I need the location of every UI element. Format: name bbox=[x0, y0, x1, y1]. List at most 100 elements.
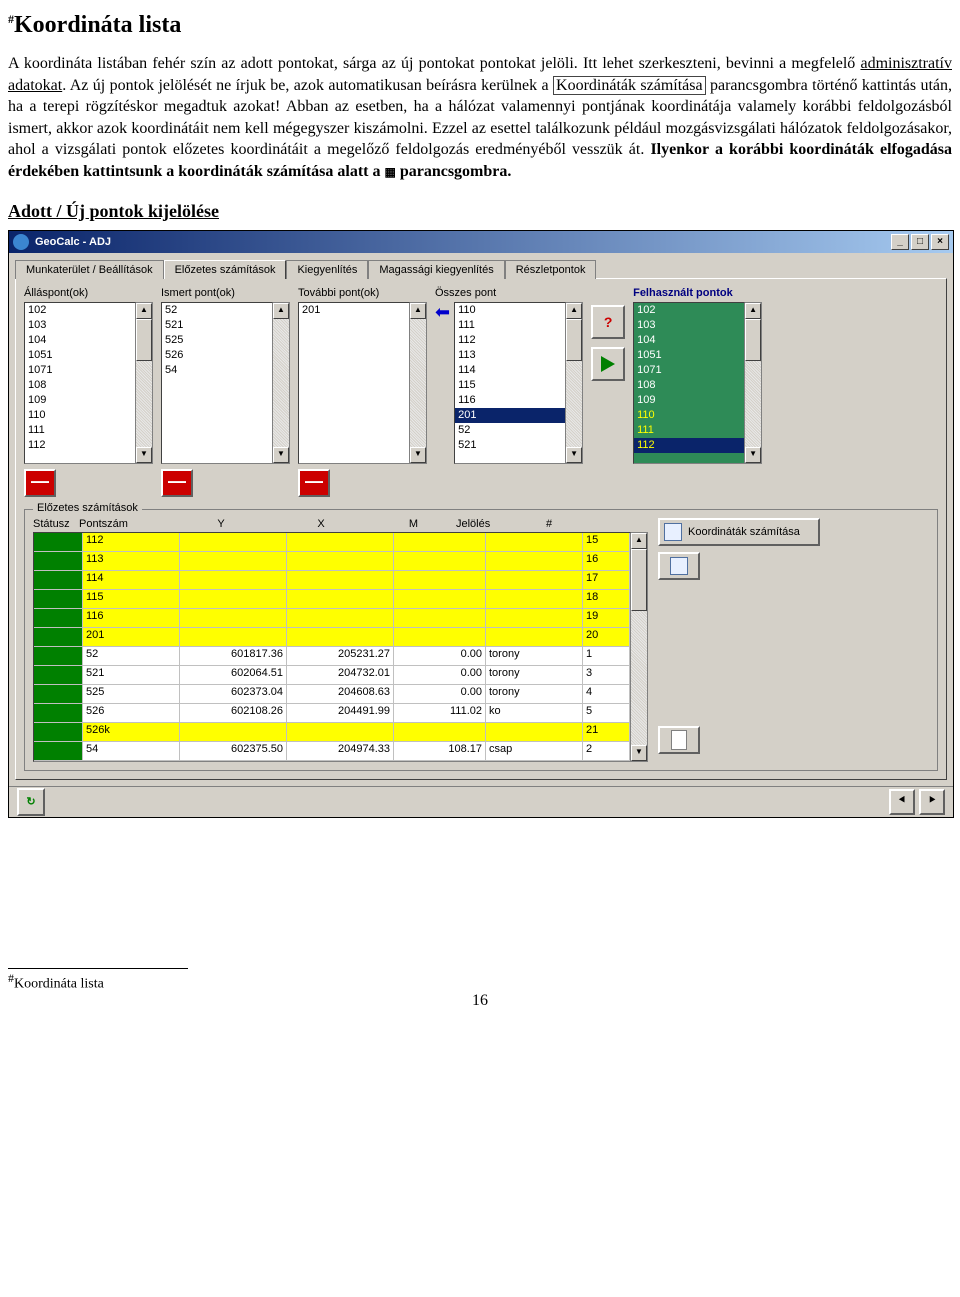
cell[interactable]: 204974.33 bbox=[287, 742, 394, 761]
cell[interactable]: 0.00 bbox=[394, 666, 486, 685]
list-item[interactable]: 112 bbox=[25, 438, 135, 453]
list-item[interactable]: 525 bbox=[162, 333, 272, 348]
cell[interactable]: 602064.51 bbox=[180, 666, 287, 685]
close-button[interactable]: × bbox=[931, 234, 949, 250]
cell[interactable]: 4 bbox=[583, 685, 630, 704]
cell[interactable]: 54 bbox=[83, 742, 180, 761]
table-row[interactable]: 201 20 bbox=[34, 628, 630, 647]
tab-3[interactable]: Magassági kiegyenlítés bbox=[368, 260, 504, 279]
cell[interactable] bbox=[486, 590, 583, 609]
cell[interactable]: 201 bbox=[83, 628, 180, 647]
tovabbi-list[interactable]: 201 bbox=[298, 302, 410, 464]
cell[interactable] bbox=[34, 742, 83, 761]
list-item[interactable]: 102 bbox=[25, 303, 135, 318]
table-row[interactable]: 11619 bbox=[34, 609, 630, 628]
remove-button[interactable]: — bbox=[24, 469, 56, 497]
ismert-list[interactable]: 5252152552654 bbox=[161, 302, 273, 464]
cell[interactable]: 602373.04 bbox=[180, 685, 287, 704]
list-item[interactable]: 112 bbox=[634, 438, 744, 453]
next-button[interactable]: ⯈ bbox=[919, 789, 945, 815]
cell[interactable] bbox=[34, 552, 83, 571]
cell[interactable] bbox=[486, 552, 583, 571]
cell[interactable]: 16 bbox=[583, 552, 630, 571]
titlebar[interactable]: GeoCalc - ADJ _ □ × bbox=[9, 231, 953, 253]
list-item[interactable]: 111 bbox=[455, 318, 565, 333]
allaspont-list[interactable]: 10210310410511071108109110111112 bbox=[24, 302, 136, 464]
cell[interactable]: 526k bbox=[83, 723, 180, 742]
scrollbar[interactable]: ▲▼ bbox=[136, 302, 153, 464]
list-item[interactable]: 102 bbox=[634, 303, 744, 318]
cell[interactable] bbox=[180, 533, 287, 552]
move-left-icon[interactable]: ⬅ bbox=[435, 302, 450, 323]
cell[interactable]: 204732.01 bbox=[287, 666, 394, 685]
cell[interactable] bbox=[394, 609, 486, 628]
cell[interactable] bbox=[180, 552, 287, 571]
cell[interactable] bbox=[34, 533, 83, 552]
scrollbar[interactable]: ▲▼ bbox=[410, 302, 427, 464]
cell[interactable]: 111.02 bbox=[394, 704, 486, 723]
osszes-list[interactable]: 11011111211311411511620152521 bbox=[454, 302, 566, 464]
cell[interactable] bbox=[34, 609, 83, 628]
cell[interactable] bbox=[486, 723, 583, 742]
list-item[interactable]: 110 bbox=[634, 408, 744, 423]
table-row[interactable]: 11316 bbox=[34, 552, 630, 571]
cell[interactable]: torony bbox=[486, 647, 583, 666]
cell[interactable]: 521 bbox=[83, 666, 180, 685]
table-row[interactable]: 526602108.26204491.99111.02ko5 bbox=[34, 704, 630, 723]
cell[interactable]: 602375.50 bbox=[180, 742, 287, 761]
list-item[interactable]: 104 bbox=[634, 333, 744, 348]
cell[interactable] bbox=[180, 590, 287, 609]
list-item[interactable]: 521 bbox=[162, 318, 272, 333]
list-item[interactable]: 109 bbox=[634, 393, 744, 408]
list-item[interactable]: 112 bbox=[455, 333, 565, 348]
cell[interactable]: 108.17 bbox=[394, 742, 486, 761]
list-item[interactable]: 1071 bbox=[25, 363, 135, 378]
cell[interactable] bbox=[34, 666, 83, 685]
list-item[interactable]: 103 bbox=[634, 318, 744, 333]
cell[interactable]: 602108.26 bbox=[180, 704, 287, 723]
accept-button[interactable] bbox=[658, 552, 700, 580]
table-row[interactable]: 11518 bbox=[34, 590, 630, 609]
cell[interactable]: csap bbox=[486, 742, 583, 761]
cell[interactable]: torony bbox=[486, 666, 583, 685]
cell[interactable] bbox=[394, 628, 486, 647]
list-item[interactable]: 103 bbox=[25, 318, 135, 333]
list-item[interactable]: 113 bbox=[455, 348, 565, 363]
scrollbar[interactable]: ▲▼ bbox=[631, 532, 648, 762]
cell[interactable] bbox=[34, 723, 83, 742]
list-item[interactable]: 109 bbox=[25, 393, 135, 408]
cell[interactable]: ko bbox=[486, 704, 583, 723]
cell[interactable] bbox=[287, 571, 394, 590]
report-button[interactable] bbox=[658, 726, 700, 754]
cell[interactable] bbox=[486, 571, 583, 590]
list-item[interactable]: 114 bbox=[455, 363, 565, 378]
list-item[interactable]: 110 bbox=[455, 303, 565, 318]
list-item[interactable]: 110 bbox=[25, 408, 135, 423]
list-item[interactable]: 54 bbox=[162, 363, 272, 378]
list-item[interactable]: 116 bbox=[455, 393, 565, 408]
list-item[interactable]: 108 bbox=[25, 378, 135, 393]
maximize-button[interactable]: □ bbox=[911, 234, 929, 250]
scrollbar[interactable]: ▲▼ bbox=[273, 302, 290, 464]
cell[interactable] bbox=[287, 723, 394, 742]
coord-grid[interactable]: 11215113161141711518116192012052601817.3… bbox=[33, 532, 631, 762]
cell[interactable]: 20 bbox=[583, 628, 630, 647]
run-button[interactable] bbox=[591, 347, 625, 381]
cell[interactable]: 5 bbox=[583, 704, 630, 723]
cell[interactable] bbox=[394, 533, 486, 552]
remove-button[interactable]: — bbox=[298, 469, 330, 497]
cell[interactable] bbox=[486, 628, 583, 647]
list-item[interactable]: 1071 bbox=[634, 363, 744, 378]
help-button[interactable]: ? bbox=[591, 305, 625, 339]
cell[interactable]: 0.00 bbox=[394, 647, 486, 666]
cell[interactable]: 112 bbox=[83, 533, 180, 552]
cell[interactable] bbox=[394, 571, 486, 590]
cell[interactable]: 15 bbox=[583, 533, 630, 552]
list-item[interactable]: 1051 bbox=[25, 348, 135, 363]
table-row[interactable]: 526k21 bbox=[34, 723, 630, 742]
table-row[interactable]: 112 15 bbox=[34, 533, 630, 552]
cell[interactable] bbox=[34, 571, 83, 590]
cell[interactable] bbox=[394, 590, 486, 609]
cell[interactable]: 526 bbox=[83, 704, 180, 723]
cell[interactable] bbox=[486, 533, 583, 552]
